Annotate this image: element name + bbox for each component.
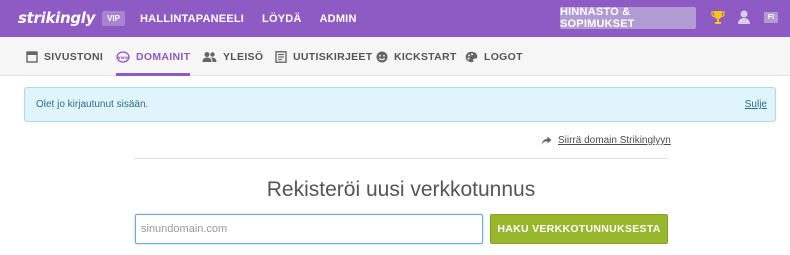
www-icon: www: [116, 50, 130, 63]
topnav-item-discover[interactable]: LÖYDÄ: [262, 13, 302, 25]
tab-sites[interactable]: SIVUSTONI: [26, 37, 103, 76]
trophy-icon[interactable]: [711, 9, 725, 25]
topnav-item-dashboard[interactable]: HALLINTAPANEELI: [140, 13, 244, 25]
tab-audience[interactable]: YLEISÖ: [202, 37, 263, 76]
share-arrow-icon: [541, 136, 552, 145]
top-nav: HALLINTAPANEELI LÖYDÄ ADMIN: [140, 0, 375, 37]
sub-nav: SIVUSTONI www DOMAINIT YLEISÖ UUTISKIRJE…: [0, 37, 790, 76]
tab-logos[interactable]: LOGOT: [465, 37, 523, 76]
language-badge[interactable]: FI: [764, 12, 778, 23]
logo-text: strikingly: [18, 9, 96, 27]
top-bar: strikingly VIP HALLINTAPANEELI LÖYDÄ ADM…: [0, 0, 790, 37]
page-title: Rekisteröi uusi verkkotunnus: [266, 178, 536, 201]
alert-close-link[interactable]: Sulje: [745, 99, 767, 110]
tab-newsletters[interactable]: UUTISKIRJEET: [275, 37, 372, 76]
people-icon: [202, 51, 217, 62]
login-alert: Olet jo kirjautunut sisään. Sulje: [24, 87, 776, 122]
newsletter-icon: [275, 50, 287, 63]
tab-kickstart[interactable]: KICKSTART: [376, 37, 457, 76]
domain-search-button[interactable]: HAKU VERKKOTUNNUKSESTA: [490, 214, 668, 244]
tab-domains[interactable]: www DOMAINIT: [116, 37, 191, 76]
user-icon[interactable]: [737, 9, 751, 25]
transfer-domain-link[interactable]: Siirrä domain Strikinglyyn: [541, 135, 671, 146]
svg-text:www: www: [117, 54, 130, 59]
divider: [134, 158, 668, 159]
page-icon: [26, 50, 38, 63]
tab-label: DOMAINIT: [136, 50, 191, 63]
tab-label: YLEISÖ: [223, 50, 264, 63]
transfer-label: Siirrä domain Strikinglyyn: [558, 135, 671, 146]
tab-label: SIVUSTONI: [44, 50, 104, 63]
tab-label: LOGOT: [484, 50, 523, 63]
brand-logo[interactable]: strikingly VIP: [18, 8, 125, 28]
smile-icon: [376, 51, 388, 62]
tab-label: KICKSTART: [394, 50, 457, 63]
alert-message: Olet jo kirjautunut sisään.: [36, 99, 149, 110]
pricing-button[interactable]: HINNASTO & SOPIMUKSET: [560, 6, 696, 30]
topnav-item-admin[interactable]: ADMIN: [320, 13, 357, 25]
palette-icon: [465, 51, 478, 62]
domain-search-input[interactable]: [135, 214, 483, 244]
vip-badge: VIP: [102, 10, 125, 26]
tab-label: UUTISKIRJEET: [293, 50, 373, 63]
